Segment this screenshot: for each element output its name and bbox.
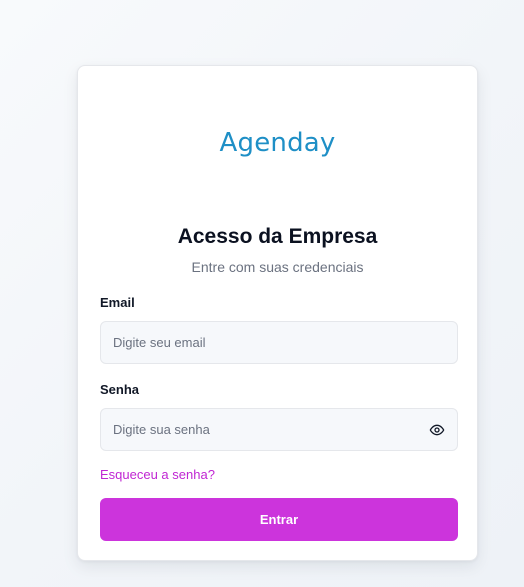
page-title: Acesso da Empresa [177, 225, 378, 248]
submit-button[interactable]: Entrar [100, 498, 458, 541]
eye-icon[interactable] [429, 422, 445, 438]
agenday-logo: Agenday [219, 128, 336, 158]
email-placeholder: Digite seu email [113, 335, 206, 350]
password-placeholder: Digite sua senha [113, 422, 210, 437]
email-field[interactable]: Digite seu email [100, 321, 458, 364]
email-label: Email [100, 295, 135, 310]
password-label: Senha [100, 382, 140, 397]
page-subtitle: Entre com suas credenciais [191, 259, 364, 275]
forgot-password-link[interactable]: Esqueceu a senha? [100, 467, 215, 483]
login-card: Agenday Acesso da Empresa Entre com suas… [77, 65, 478, 561]
password-field[interactable]: Digite sua senha [100, 408, 458, 451]
